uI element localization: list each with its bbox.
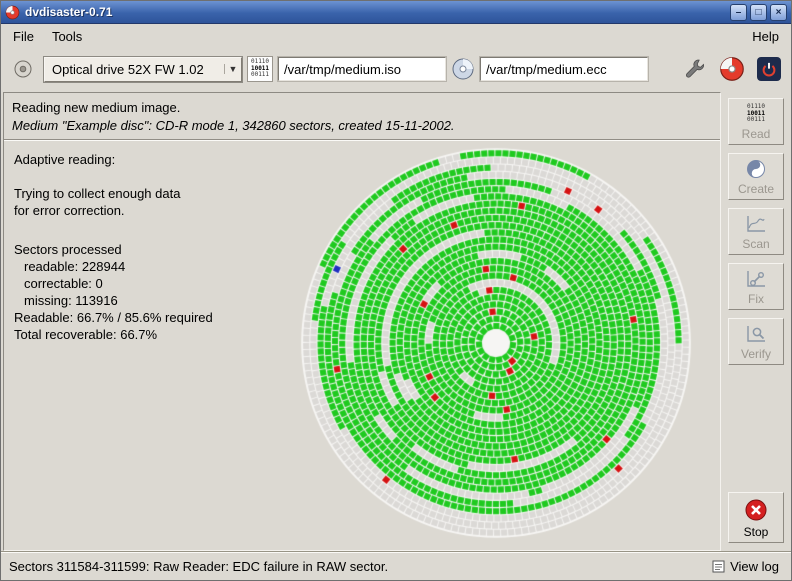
stop-icon [744,498,768,522]
disc-image-button[interactable] [716,53,748,85]
action-title: Reading new medium image. [12,100,712,115]
fix-button[interactable]: Fix [728,263,784,310]
drive-combobox[interactable]: Optical drive 52X FW 1.02 ▼ [44,57,242,82]
window-controls: – □ × [730,4,787,21]
app-window: dvdisaster-0.71 – □ × File Tools Help Op… [0,0,792,581]
sectors-missing: missing: 113916 [14,292,272,309]
create-label: Create [738,182,774,196]
view-log-label: View log [730,559,779,574]
read-label: Read [742,127,771,141]
main-row: Reading new medium image. Medium "Exampl… [1,90,791,551]
minimize-button[interactable]: – [730,4,747,21]
fix-label: Fix [748,292,764,306]
content-row: Adaptive reading: Trying to collect enou… [4,141,720,550]
quit-button[interactable] [753,53,785,85]
image-file-input[interactable] [278,57,446,81]
menu-help[interactable]: Help [743,26,788,47]
chevron-down-icon: ▼ [224,64,241,74]
spiral-area [272,141,720,550]
statusbar: Sectors 311584-311599: Raw Reader: EDC f… [1,551,791,580]
ecc-file-icon [451,57,475,81]
main-panel: Reading new medium image. Medium "Exampl… [3,92,721,551]
verify-button[interactable]: Verify [728,318,784,365]
binary-icon: 01110 10011 00111 [747,104,765,124]
scan-chart-icon [745,214,767,234]
readable-summary: Readable: 66.7% / 85.6% required [14,309,272,326]
close-button[interactable]: × [770,4,787,21]
scan-label: Scan [742,237,769,251]
medium-info: Medium "Example disc": CD-R mode 1, 3428… [12,118,712,133]
window-title: dvdisaster-0.71 [25,5,725,19]
stop-button[interactable]: Stop [728,492,784,543]
app-icon [5,5,20,20]
preferences-button[interactable] [679,53,711,85]
cd-icon [719,56,745,82]
menubar: File Tools Help [1,24,791,48]
drive-select-button[interactable] [7,53,39,85]
status-message: Sectors 311584-311599: Raw Reader: EDC f… [9,559,388,574]
mode-description-line2: for error correction. [14,202,272,219]
drive-combobox-value: Optical drive 52X FW 1.02 [45,62,224,77]
drive-icon [12,58,34,80]
yin-yang-icon [746,159,766,179]
sectors-readable: readable: 228944 [14,258,272,275]
wrench-icon [683,57,707,81]
toolbar: Optical drive 52X FW 1.02 ▼ 01110 10011 … [1,48,791,90]
view-log-button[interactable]: View log [708,557,783,576]
fix-wrench-icon [745,269,767,289]
sectors-correctable: correctable: 0 [14,275,272,292]
maximize-button[interactable]: □ [750,4,767,21]
log-icon [712,560,725,573]
read-button[interactable]: 01110 10011 00111 Read [728,98,784,145]
power-icon [757,57,781,81]
image-file-icon: 01110 10011 00111 [247,56,273,82]
mode-description-line1: Trying to collect enough data [14,185,272,202]
menu-file[interactable]: File [4,26,43,47]
reading-info-panel: Adaptive reading: Trying to collect enou… [4,141,272,550]
verify-label: Verify [741,347,771,361]
recoverable-summary: Total recoverable: 66.7% [14,326,272,343]
sector-spiral-visualization [298,145,694,541]
menu-tools[interactable]: Tools [43,26,91,47]
sectors-heading: Sectors processed [14,241,272,258]
verify-magnifier-icon [745,324,767,344]
scan-button[interactable]: Scan [728,208,784,255]
status-lines: Reading new medium image. Medium "Exampl… [4,93,720,139]
action-sidebar: 01110 10011 00111 Read Create [721,92,791,551]
create-button[interactable]: Create [728,153,784,200]
stop-label: Stop [744,525,769,539]
mode-heading: Adaptive reading: [14,151,272,168]
titlebar[interactable]: dvdisaster-0.71 – □ × [1,1,791,24]
ecc-file-input[interactable] [480,57,648,81]
